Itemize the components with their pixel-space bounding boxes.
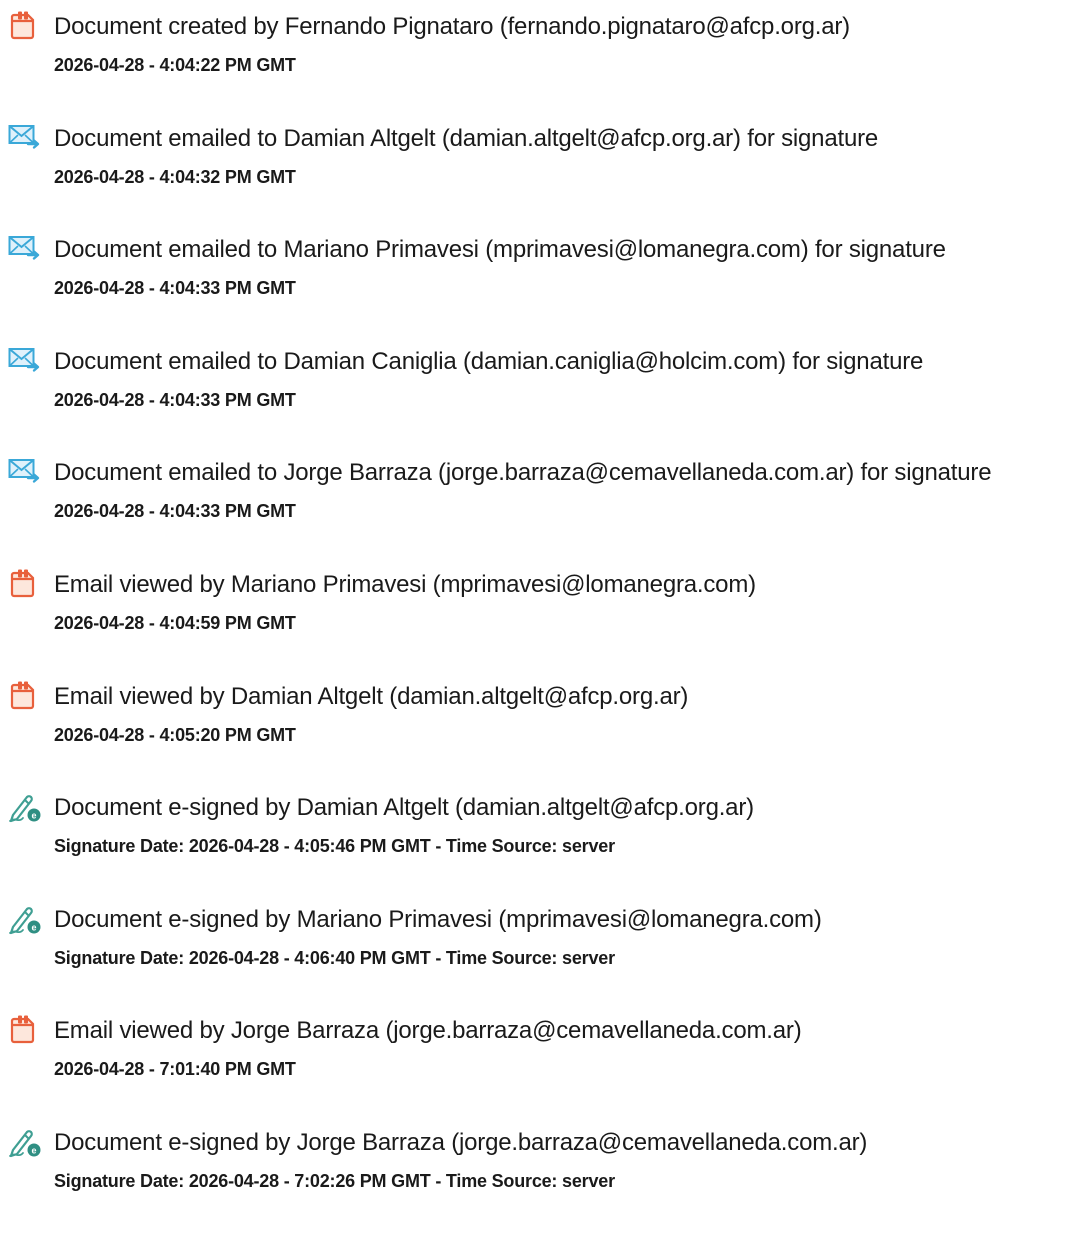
- log-entry-text: Email viewed by Mariano Primavesi (mprim…: [54, 570, 756, 598]
- log-entry: Document emailed to Damian Altgelt (dami…: [0, 120, 1088, 232]
- log-entry-timestamp: 2026-04-28 - 4:04:32 PM GMT: [54, 166, 296, 187]
- log-entry-timestamp: 2026-04-28 - 4:04:59 PM GMT: [54, 612, 296, 633]
- email-icon: [8, 345, 40, 377]
- log-entry: Document created by Fernando Pignataro (…: [0, 8, 1088, 120]
- log-entry-text: Document emailed to Jorge Barraza (jorge…: [54, 459, 992, 487]
- svg-text:e: e: [31, 811, 36, 821]
- log-entry: e Document e-signed by Jorge Barraza (jo…: [0, 1124, 1088, 1236]
- log-entry-timestamp: 2026-04-28 - 4:04:22 PM GMT: [54, 55, 296, 75]
- log-entry-timestamp: 2026-04-28 - 7:01:40 PM GMT: [54, 1059, 296, 1080]
- log-entry: e Document e-signed by Damian Altgelt (d…: [0, 789, 1088, 901]
- log-entry-text: Document emailed to Damian Altgelt (dami…: [54, 124, 879, 152]
- esign-icon: e: [8, 903, 41, 935]
- email-icon: [8, 456, 40, 488]
- log-entry-text: Document e-signed by Mariano Primavesi (…: [54, 905, 822, 933]
- log-entry-timestamp: 2026-04-28 - 4:04:33 PM GMT: [54, 389, 296, 410]
- document-icon: [8, 568, 40, 600]
- log-entry-text: Document e-signed by Jorge Barraza (jorg…: [54, 1128, 868, 1156]
- svg-text:e: e: [31, 922, 36, 932]
- log-entry-timestamp: 2026-04-28 - 4:05:20 PM GMT: [54, 724, 296, 745]
- log-entry-timestamp: Signature Date: 2026-04-28 - 4:05:46 PM …: [54, 836, 615, 857]
- log-entry: Email viewed by Damian Altgelt (damian.a…: [0, 678, 1088, 790]
- svg-text:e: e: [31, 1145, 36, 1155]
- document-icon: [8, 1014, 40, 1046]
- log-entry-text: Document emailed to Damian Caniglia (dam…: [54, 347, 924, 375]
- log-entry-timestamp: 2026-04-28 - 4:04:33 PM GMT: [54, 501, 296, 522]
- log-entry: Document emailed to Jorge Barraza (jorge…: [0, 454, 1088, 566]
- email-icon: [8, 233, 40, 265]
- log-entry-timestamp: 2026-04-28 - 4:04:33 PM GMT: [54, 278, 296, 299]
- esign-icon: e: [8, 1126, 41, 1158]
- log-entry: Document emailed to Damian Caniglia (dam…: [0, 343, 1088, 455]
- log-entry: Document emailed to Mariano Primavesi (m…: [0, 231, 1088, 343]
- log-entry-text: Document emailed to Mariano Primavesi (m…: [54, 236, 946, 264]
- document-icon: [8, 10, 40, 42]
- log-entry: e Document e-signed by Mariano Primavesi…: [0, 901, 1088, 1013]
- esign-icon: e: [8, 791, 41, 823]
- log-entry-text: Document created by Fernando Pignataro (…: [54, 13, 850, 40]
- document-icon: [8, 680, 40, 712]
- audit-log: Document created by Fernando Pignataro (…: [0, 8, 1088, 1236]
- log-entry-timestamp: Signature Date: 2026-04-28 - 4:06:40 PM …: [54, 947, 615, 968]
- log-entry-text: Document e-signed by Damian Altgelt (dam…: [54, 794, 754, 822]
- log-entry: Email viewed by Mariano Primavesi (mprim…: [0, 566, 1088, 678]
- log-entry-text: Email viewed by Jorge Barraza (jorge.bar…: [54, 1017, 802, 1045]
- log-entry: Email viewed by Jorge Barraza (jorge.bar…: [0, 1012, 1088, 1124]
- email-icon: [8, 122, 40, 154]
- log-entry-text: Email viewed by Damian Altgelt (damian.a…: [54, 682, 689, 710]
- log-entry-timestamp: Signature Date: 2026-04-28 - 7:02:26 PM …: [54, 1170, 615, 1191]
